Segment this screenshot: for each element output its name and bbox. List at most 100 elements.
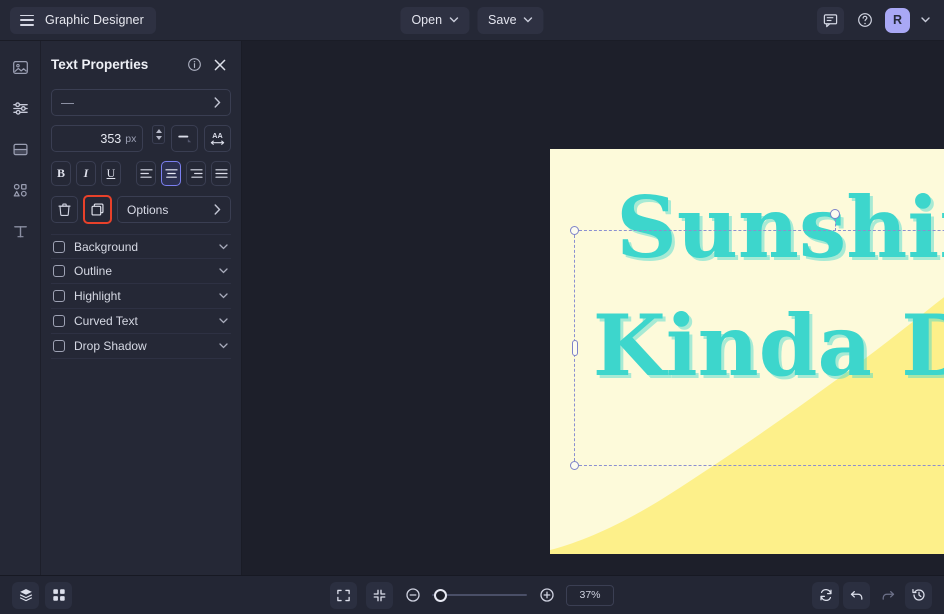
toggle-row-background[interactable]: Background [51, 234, 231, 259]
chevron-down-icon [921, 17, 930, 23]
delete-button[interactable] [51, 196, 78, 223]
shrink-button[interactable] [366, 582, 393, 609]
brand-menu-button[interactable]: Graphic Designer [10, 7, 156, 34]
outline-checkbox[interactable] [53, 265, 65, 277]
zoom-slider-knob[interactable] [434, 589, 447, 602]
sidebar-item-text[interactable] [6, 217, 35, 246]
background-label: Background [74, 240, 210, 254]
letter-spacing-button[interactable]: AA [204, 125, 231, 152]
font-size-input[interactable]: 353 px [51, 125, 143, 152]
history-icon [911, 587, 927, 603]
line-weight-button[interactable] [171, 125, 198, 152]
undo-icon [849, 587, 865, 603]
resize-handle-bottom-left[interactable] [570, 461, 579, 470]
resize-handle-left[interactable] [572, 340, 578, 356]
sidebar-item-adjustments[interactable] [6, 94, 35, 123]
toggle-row-drop-shadow[interactable]: Drop Shadow [51, 334, 231, 359]
italic-button[interactable]: I [76, 161, 96, 186]
chevron-down-icon [524, 17, 533, 23]
avatar[interactable]: R [885, 8, 910, 33]
align-justify-icon [215, 168, 228, 179]
help-circle-icon [857, 12, 873, 28]
chevron-right-icon [214, 97, 221, 108]
body: Text Properties [0, 41, 944, 575]
text-t-icon [12, 223, 29, 240]
top-right-actions: R [817, 7, 933, 34]
bottom-left-actions [12, 582, 72, 609]
open-label: Open [411, 13, 442, 27]
options-label: Options [127, 203, 214, 217]
refresh-button[interactable] [812, 582, 839, 609]
font-family-value: — [61, 96, 214, 109]
tool-rail [0, 41, 41, 575]
undo-button[interactable] [843, 582, 870, 609]
sidebar-item-layout[interactable] [6, 135, 35, 164]
align-left-button[interactable] [136, 161, 156, 186]
close-x-icon [213, 58, 227, 72]
fit-screen-button[interactable] [330, 582, 357, 609]
redo-button[interactable] [874, 582, 901, 609]
options-button[interactable]: Options [117, 196, 231, 223]
help-button[interactable] [851, 7, 878, 34]
highlight-checkbox[interactable] [53, 290, 65, 302]
account-chevron-button[interactable] [917, 7, 933, 34]
font-size-stepper[interactable] [152, 125, 165, 144]
layout-icon [12, 141, 29, 158]
info-button[interactable] [183, 54, 205, 76]
sidebar-item-image[interactable] [6, 53, 35, 82]
stepper-up-icon [156, 129, 162, 133]
align-right-icon [190, 168, 203, 179]
chevron-right-icon [214, 204, 221, 215]
save-button[interactable]: Save [477, 7, 544, 34]
open-button[interactable]: Open [400, 7, 469, 34]
highlight-label: Highlight [74, 289, 210, 303]
background-checkbox[interactable] [53, 241, 65, 253]
toggle-row-outline[interactable]: Outline [51, 259, 231, 284]
layers-button[interactable] [12, 582, 39, 609]
zoom-level-field[interactable]: 37% [566, 585, 614, 606]
grid-button[interactable] [45, 582, 72, 609]
shapes-icon [12, 182, 29, 199]
align-justify-button[interactable] [211, 161, 231, 186]
curved-text-checkbox[interactable] [53, 315, 65, 327]
curved-text-label: Curved Text [74, 314, 210, 328]
stepper-down-icon [156, 136, 162, 140]
align-center-icon [165, 168, 178, 179]
align-right-button[interactable] [186, 161, 206, 186]
history-button[interactable] [905, 582, 932, 609]
bottom-bar: 37% [0, 575, 944, 614]
chevron-down-icon [219, 318, 228, 324]
close-panel-button[interactable] [209, 54, 231, 76]
bold-button[interactable]: B [51, 161, 71, 186]
drop-shadow-checkbox[interactable] [53, 340, 65, 352]
comment-button[interactable] [817, 7, 844, 34]
toggle-row-highlight[interactable]: Highlight [51, 284, 231, 309]
italic-label: I [84, 166, 89, 181]
panel-title: Text Properties [51, 57, 183, 72]
duplicate-button[interactable] [83, 195, 112, 224]
align-center-button[interactable] [161, 161, 181, 186]
trash-icon [57, 202, 72, 217]
file-actions: Open Save [400, 7, 543, 34]
canvas-stage[interactable]: Sunshine Kinda Day [242, 41, 944, 575]
zoom-out-button[interactable] [402, 585, 423, 606]
underline-button[interactable]: U [101, 161, 121, 186]
selection-box[interactable] [574, 230, 944, 466]
align-left-icon [140, 168, 153, 179]
toggle-row-curved-text[interactable]: Curved Text [51, 309, 231, 334]
rotate-handle[interactable] [830, 209, 840, 219]
rotate-stem [835, 219, 836, 231]
underline-label: U [107, 166, 116, 181]
sidebar-item-shapes[interactable] [6, 176, 35, 205]
fit-screen-icon [336, 588, 351, 603]
image-icon [12, 59, 29, 76]
font-family-select[interactable]: — [51, 89, 231, 116]
zoom-slider[interactable] [432, 587, 527, 603]
refresh-icon [818, 587, 834, 603]
text-properties-panel: Text Properties [41, 41, 242, 575]
zoom-in-button[interactable] [536, 585, 557, 606]
format-row: B I U [51, 161, 231, 186]
zoom-in-icon [539, 587, 555, 603]
chevron-down-icon [219, 293, 228, 299]
resize-handle-top-left[interactable] [570, 226, 579, 235]
